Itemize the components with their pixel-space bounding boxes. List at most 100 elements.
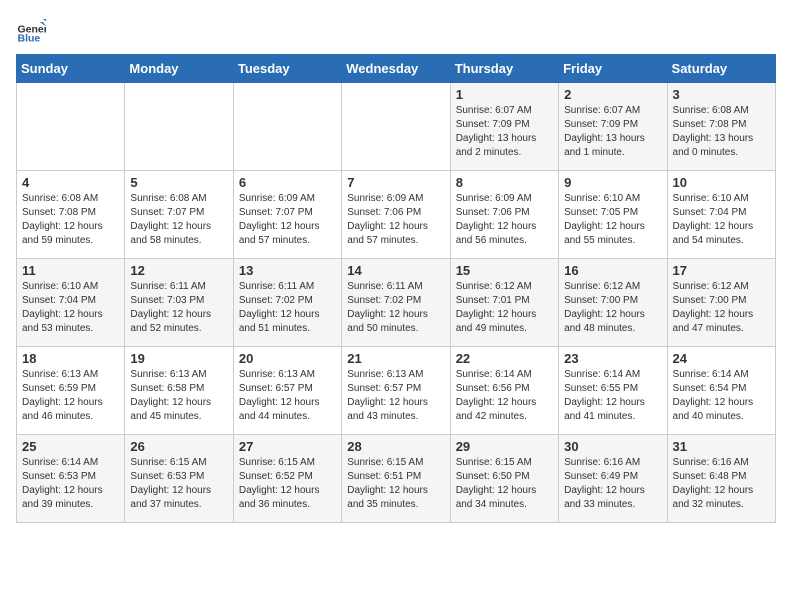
calendar-cell [233,83,341,171]
week-row-4: 18Sunrise: 6:13 AM Sunset: 6:59 PM Dayli… [17,347,776,435]
calendar-cell: 1Sunrise: 6:07 AM Sunset: 7:09 PM Daylig… [450,83,558,171]
calendar-cell: 9 Sunrise: 6:10 AM Sunset: 7:05 PM Daylig… [559,171,667,259]
calendar-cell [342,83,450,171]
calendar-cell: 10 Sunrise: 6:10 AM Sunset: 7:04 PM Dayli… [667,171,775,259]
cell-content: Sunrise: 6:13 AM Sunset: 6:59 PM Dayligh… [22,368,119,424]
day-number: 9 [564,175,661,190]
day-number: 22 [456,351,553,366]
cell-content: Sunrise: 6:13 AM Sunset: 6:57 PM Dayligh… [347,368,444,424]
week-row-3: 11Sunrise: 6:10 AM Sunset: 7:04 PM Dayli… [17,259,776,347]
day-number: 16 [564,263,661,278]
header-cell-thursday: Thursday [450,55,558,83]
week-row-5: 25 Sunrise: 6:14 AM Sunset: 6:53 PM Dayli… [17,435,776,523]
cell-content: Sunrise: 6:12 AM Sunset: 7:01 PM Dayligh… [456,280,553,336]
cell-content: Sunrise: 6:07 AM Sunset: 7:09 PM Dayligh… [564,104,661,160]
calendar-cell: 2 Sunrise: 6:07 AM Sunset: 7:09 PM Daylig… [559,83,667,171]
calendar-cell: 25 Sunrise: 6:14 AM Sunset: 6:53 PM Dayli… [17,435,125,523]
cell-content: Sunrise: 6:13 AM Sunset: 6:58 PM Dayligh… [130,368,227,424]
day-number: 23 [564,351,661,366]
day-number: 21 [347,351,444,366]
cell-content: Sunrise: 6:09 AM Sunset: 7:06 PM Dayligh… [347,192,444,248]
cell-content: Sunrise: 6:14 AM Sunset: 6:55 PM Dayligh… [564,368,661,424]
calendar-cell: 20 Sunrise: 6:13 AM Sunset: 6:57 PM Dayli… [233,347,341,435]
cell-content: Sunrise: 6:16 AM Sunset: 6:49 PM Dayligh… [564,456,661,512]
day-number: 29 [456,439,553,454]
cell-content: Sunrise: 6:15 AM Sunset: 6:50 PM Dayligh… [456,456,553,512]
cell-content: Sunrise: 6:12 AM Sunset: 7:00 PM Dayligh… [673,280,770,336]
day-number: 6 [239,175,336,190]
header-cell-saturday: Saturday [667,55,775,83]
calendar-cell: 4 Sunrise: 6:08 AM Sunset: 7:08 PM Daylig… [17,171,125,259]
calendar-cell: 19 Sunrise: 6:13 AM Sunset: 6:58 PM Dayli… [125,347,233,435]
day-number: 5 [130,175,227,190]
calendar-cell: 23 Sunrise: 6:14 AM Sunset: 6:55 PM Dayli… [559,347,667,435]
cell-content: Sunrise: 6:13 AM Sunset: 6:57 PM Dayligh… [239,368,336,424]
header-row: SundayMondayTuesdayWednesdayThursdayFrid… [17,55,776,83]
calendar-cell: 11Sunrise: 6:10 AM Sunset: 7:04 PM Dayli… [17,259,125,347]
cell-content: Sunrise: 6:11 AM Sunset: 7:02 PM Dayligh… [347,280,444,336]
week-row-1: 1Sunrise: 6:07 AM Sunset: 7:09 PM Daylig… [17,83,776,171]
calendar-table: SundayMondayTuesdayWednesdayThursdayFrid… [16,54,776,523]
calendar-cell: 8Sunrise: 6:09 AM Sunset: 7:06 PM Daylig… [450,171,558,259]
calendar-cell: 30 Sunrise: 6:16 AM Sunset: 6:49 PM Dayli… [559,435,667,523]
day-number: 17 [673,263,770,278]
calendar-cell [125,83,233,171]
calendar-cell: 5Sunrise: 6:08 AM Sunset: 7:07 PM Daylig… [125,171,233,259]
day-number: 13 [239,263,336,278]
day-number: 26 [130,439,227,454]
day-number: 24 [673,351,770,366]
cell-content: Sunrise: 6:11 AM Sunset: 7:02 PM Dayligh… [239,280,336,336]
cell-content: Sunrise: 6:11 AM Sunset: 7:03 PM Dayligh… [130,280,227,336]
cell-content: Sunrise: 6:16 AM Sunset: 6:48 PM Dayligh… [673,456,770,512]
calendar-cell: 16 Sunrise: 6:12 AM Sunset: 7:00 PM Dayli… [559,259,667,347]
cell-content: Sunrise: 6:15 AM Sunset: 6:52 PM Dayligh… [239,456,336,512]
cell-content: Sunrise: 6:12 AM Sunset: 7:00 PM Dayligh… [564,280,661,336]
calendar-cell: 3Sunrise: 6:08 AM Sunset: 7:08 PM Daylig… [667,83,775,171]
calendar-cell: 17 Sunrise: 6:12 AM Sunset: 7:00 PM Dayli… [667,259,775,347]
calendar-cell: 7 Sunrise: 6:09 AM Sunset: 7:06 PM Daylig… [342,171,450,259]
calendar-cell [17,83,125,171]
day-number: 14 [347,263,444,278]
cell-content: Sunrise: 6:08 AM Sunset: 7:08 PM Dayligh… [22,192,119,248]
logo: General Blue [16,16,50,46]
logo-icon: General Blue [16,16,46,46]
header-cell-tuesday: Tuesday [233,55,341,83]
calendar-cell: 24Sunrise: 6:14 AM Sunset: 6:54 PM Dayli… [667,347,775,435]
day-number: 12 [130,263,227,278]
cell-content: Sunrise: 6:15 AM Sunset: 6:51 PM Dayligh… [347,456,444,512]
day-number: 2 [564,87,661,102]
cell-content: Sunrise: 6:10 AM Sunset: 7:04 PM Dayligh… [673,192,770,248]
calendar-cell: 12 Sunrise: 6:11 AM Sunset: 7:03 PM Dayli… [125,259,233,347]
cell-content: Sunrise: 6:14 AM Sunset: 6:56 PM Dayligh… [456,368,553,424]
cell-content: Sunrise: 6:14 AM Sunset: 6:53 PM Dayligh… [22,456,119,512]
day-number: 10 [673,175,770,190]
cell-content: Sunrise: 6:09 AM Sunset: 7:06 PM Dayligh… [456,192,553,248]
calendar-cell: 13 Sunrise: 6:11 AM Sunset: 7:02 PM Dayli… [233,259,341,347]
calendar-cell: 31Sunrise: 6:16 AM Sunset: 6:48 PM Dayli… [667,435,775,523]
day-number: 20 [239,351,336,366]
calendar-cell: 22 Sunrise: 6:14 AM Sunset: 6:56 PM Dayli… [450,347,558,435]
cell-content: Sunrise: 6:09 AM Sunset: 7:07 PM Dayligh… [239,192,336,248]
day-number: 7 [347,175,444,190]
calendar-cell: 14 Sunrise: 6:11 AM Sunset: 7:02 PM Dayli… [342,259,450,347]
day-number: 25 [22,439,119,454]
calendar-cell: 27 Sunrise: 6:15 AM Sunset: 6:52 PM Dayli… [233,435,341,523]
day-number: 3 [673,87,770,102]
svg-text:Blue: Blue [18,33,41,45]
calendar-cell: 18Sunrise: 6:13 AM Sunset: 6:59 PM Dayli… [17,347,125,435]
cell-content: Sunrise: 6:10 AM Sunset: 7:05 PM Dayligh… [564,192,661,248]
calendar-cell: 29 Sunrise: 6:15 AM Sunset: 6:50 PM Dayli… [450,435,558,523]
cell-content: Sunrise: 6:07 AM Sunset: 7:09 PM Dayligh… [456,104,553,160]
day-number: 27 [239,439,336,454]
header-cell-monday: Monday [125,55,233,83]
day-number: 30 [564,439,661,454]
day-number: 4 [22,175,119,190]
day-number: 19 [130,351,227,366]
week-row-2: 4 Sunrise: 6:08 AM Sunset: 7:08 PM Daylig… [17,171,776,259]
calendar-cell: 26Sunrise: 6:15 AM Sunset: 6:53 PM Dayli… [125,435,233,523]
day-number: 28 [347,439,444,454]
header-cell-wednesday: Wednesday [342,55,450,83]
calendar-cell: 15Sunrise: 6:12 AM Sunset: 7:01 PM Dayli… [450,259,558,347]
header: General Blue [16,16,776,46]
calendar-cell: 6 Sunrise: 6:09 AM Sunset: 7:07 PM Daylig… [233,171,341,259]
